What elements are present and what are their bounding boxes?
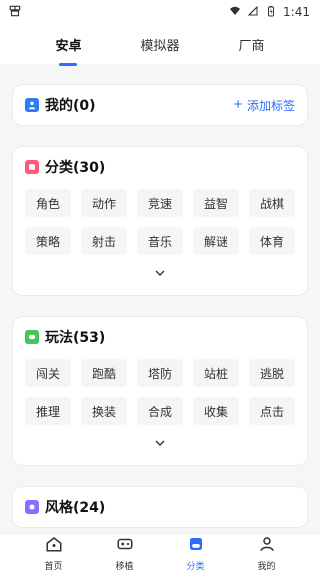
bottom-nav: 首页 移植 分类 我的 [0,533,320,573]
nav-port[interactable]: 移植 [101,535,149,572]
style-card: 风格(24) [12,486,308,528]
add-tag-label: 添加标签 [246,98,295,113]
category-title-text: 分类(30) [45,160,106,176]
platform-tabs: 安卓 模拟器 厂商 [0,24,320,64]
style-badge-icon [25,500,39,514]
style-header: 风格(24) [25,497,295,517]
chip[interactable]: 站桩 [193,359,239,387]
person-icon [258,535,276,557]
chip[interactable]: 跑酷 [81,359,127,387]
my-tags-title: 我的(0) [25,95,96,115]
my-tags-card: 我的(0) 添加标签 [12,84,308,126]
gameplay-expand-button[interactable] [25,435,295,453]
chip[interactable]: 音乐 [137,227,183,255]
chip[interactable]: 竞速 [137,189,183,217]
category-chips: 角色 动作 竞速 益智 战棋 策略 射击 音乐 解谜 体育 [25,189,295,255]
chip[interactable]: 逃脱 [249,359,295,387]
gameplay-card: 玩法(53) 闯关 跑酷 塔防 站桩 逃脱 推理 换装 合成 收集 点击 [12,316,308,466]
add-tag-button[interactable]: 添加标签 [233,97,295,114]
tab-android[interactable]: 安卓 [47,29,89,60]
user-icon [25,98,39,112]
chip[interactable]: 合成 [137,397,183,425]
style-title: 风格(24) [25,497,105,517]
chip[interactable]: 解谜 [193,227,239,255]
chip[interactable]: 收集 [193,397,239,425]
content: 我的(0) 添加标签 分类(30) 角色 动作 竞速 益智 战棋 策略 射击 音… [0,64,320,533]
category-header: 分类(30) [25,157,295,177]
gamepad-icon [116,535,134,557]
plus-icon [233,98,243,112]
wifi-icon [229,5,241,20]
nav-home-label: 首页 [44,562,63,572]
chip[interactable]: 点击 [249,397,295,425]
chip[interactable]: 换装 [81,397,127,425]
no-signal-icon [247,5,259,20]
chip[interactable]: 角色 [25,189,71,217]
chip[interactable]: 闯关 [25,359,71,387]
tab-emulator[interactable]: 模拟器 [132,29,187,60]
nav-category[interactable]: 分类 [172,535,220,572]
style-title-text: 风格(24) [45,500,106,516]
chevron-down-icon [152,265,168,283]
gameplay-header: 玩法(53) [25,327,295,347]
status-left [8,3,22,22]
nav-me[interactable]: 我的 [243,535,291,572]
tab-vendor[interactable]: 厂商 [230,29,272,60]
chip[interactable]: 塔防 [137,359,183,387]
category-badge-icon [25,160,39,174]
nav-category-label: 分类 [186,562,205,572]
chevron-down-icon [152,435,168,453]
chip[interactable]: 体育 [249,227,295,255]
chip[interactable]: 战棋 [249,189,295,217]
my-tags-title-text: 我的(0) [45,98,96,114]
chip[interactable]: 益智 [193,189,239,217]
gameplay-chips: 闯关 跑酷 塔防 站桩 逃脱 推理 换装 合成 收集 点击 [25,359,295,425]
chip[interactable]: 推理 [25,397,71,425]
category-card: 分类(30) 角色 动作 竞速 益智 战棋 策略 射击 音乐 解谜 体育 [12,146,308,296]
nav-home[interactable]: 首页 [30,535,78,572]
app-logo-icon [8,3,22,22]
gameplay-title: 玩法(53) [25,327,105,347]
battery-icon [265,5,277,20]
home-icon [45,535,63,557]
my-tags-header: 我的(0) 添加标签 [25,95,295,115]
category-icon [187,535,205,557]
chip[interactable]: 动作 [81,189,127,217]
chip[interactable]: 射击 [81,227,127,255]
status-right: 1:41 [229,5,310,20]
nav-me-label: 我的 [257,562,276,572]
gameplay-title-text: 玩法(53) [45,330,106,346]
nav-port-label: 移植 [115,562,134,572]
chip[interactable]: 策略 [25,227,71,255]
category-expand-button[interactable] [25,265,295,283]
status-bar: 1:41 [0,0,320,24]
category-title: 分类(30) [25,157,105,177]
gameplay-badge-icon [25,330,39,344]
status-time: 1:41 [283,5,310,19]
